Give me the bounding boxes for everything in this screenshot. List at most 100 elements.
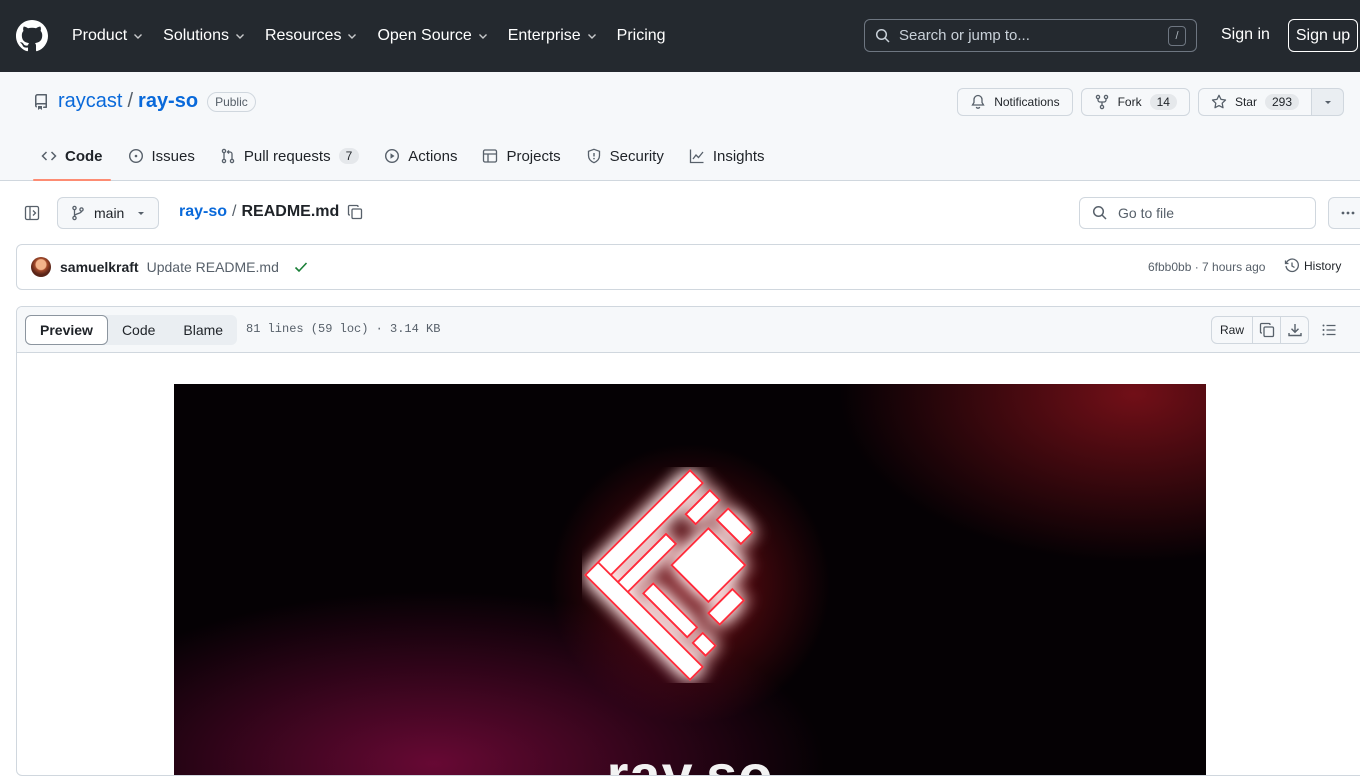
- fork-icon: [1095, 94, 1108, 110]
- breadcrumb: ray-so / README.md: [179, 203, 363, 221]
- kebab-horizontal-icon: [1341, 211, 1355, 215]
- graph-icon: [689, 149, 704, 164]
- tab-pull-requests-label: Pull requests: [243, 147, 331, 165]
- copy-icon: [1259, 322, 1274, 338]
- readme-hero-image: ray.so: [174, 384, 1206, 775]
- nav-pricing[interactable]: Pricing: [617, 27, 666, 45]
- branch-name: main: [94, 205, 125, 221]
- download-icon: [1287, 324, 1302, 337]
- search-placeholder: Search or jump to...: [899, 27, 1030, 44]
- fork-label: Fork: [1117, 95, 1142, 109]
- file-tree-toggle[interactable]: [16, 197, 48, 229]
- sign-in-link[interactable]: Sign in: [1221, 26, 1270, 44]
- tab-actions[interactable]: Actions: [376, 132, 465, 180]
- tab-code-label: Code: [65, 147, 103, 165]
- visibility-badge: Public: [207, 91, 256, 112]
- history-label: History: [1304, 259, 1342, 273]
- tab-security-label: Security: [609, 147, 664, 165]
- more-options-button[interactable]: [1328, 197, 1360, 229]
- repo-name-link[interactable]: ray-so: [138, 90, 198, 113]
- nav-pricing-label: Pricing: [616, 27, 666, 44]
- search-icon: [1092, 205, 1107, 220]
- nav-product[interactable]: Product: [72, 27, 144, 45]
- tab-projects[interactable]: Projects: [474, 132, 568, 180]
- sidebar-expand-icon: [24, 205, 40, 221]
- repo-tabs: Code Issues Pull requests 7 Actions Proj…: [33, 132, 782, 181]
- global-nav: Product Solutions Resources Open Source …: [72, 27, 685, 45]
- tab-issues[interactable]: Issues: [120, 132, 203, 180]
- avatar[interactable]: [31, 257, 51, 277]
- tab-code[interactable]: Code: [33, 132, 111, 181]
- code-icon: [41, 151, 57, 161]
- triangle-down-icon: [1324, 101, 1331, 104]
- copy-icon[interactable]: [347, 204, 363, 220]
- pull-requests-count: 7: [338, 148, 360, 164]
- sign-up-button[interactable]: Sign up: [1288, 19, 1358, 52]
- play-icon: [385, 148, 400, 164]
- tab-issues-label: Issues: [151, 147, 195, 165]
- search-icon: [875, 28, 890, 43]
- star-button[interactable]: Star 293: [1197, 88, 1312, 116]
- star-group: Star 293: [1197, 88, 1344, 116]
- download-button[interactable]: [1281, 316, 1310, 344]
- code-view-tab[interactable]: Code: [108, 315, 169, 345]
- breadcrumb-separator: /: [232, 203, 237, 220]
- commit-meta[interactable]: 6fbb0bb · 7 hours ago: [1148, 260, 1265, 274]
- repo-title-separator: /: [127, 90, 134, 112]
- preview-tab[interactable]: Preview: [25, 315, 108, 345]
- star-list-dropdown[interactable]: [1312, 88, 1344, 116]
- chevron-down-icon: [235, 34, 244, 39]
- star-icon: [1211, 94, 1227, 109]
- tab-security[interactable]: Security: [578, 132, 672, 180]
- tab-insights-label: Insights: [712, 147, 765, 165]
- nav-solutions[interactable]: Solutions: [163, 27, 246, 45]
- tab-actions-label: Actions: [408, 147, 458, 165]
- raw-actions: Raw: [1211, 316, 1310, 344]
- fork-button[interactable]: Fork 14: [1080, 88, 1190, 116]
- raycast-logo-icon: [583, 468, 754, 682]
- repo-owner-link[interactable]: raycast: [58, 90, 122, 113]
- nav-open-source-label: Open Source: [377, 27, 472, 44]
- repo-header: raycast / ray-so Public Notifications Fo…: [0, 72, 1360, 181]
- nav-product-label: Product: [72, 27, 128, 44]
- view-mode-toggle: Preview Code Blame: [25, 315, 238, 345]
- nav-resources[interactable]: Resources: [265, 27, 358, 45]
- nav-enterprise[interactable]: Enterprise: [508, 27, 598, 45]
- branch-selector[interactable]: main: [57, 197, 160, 229]
- breadcrumb-repo-link[interactable]: ray-so: [179, 203, 227, 221]
- tab-pull-requests[interactable]: Pull requests 7: [212, 132, 367, 180]
- chevron-down-icon: [348, 34, 357, 39]
- tab-insights[interactable]: Insights: [681, 132, 773, 180]
- global-search-input[interactable]: Search or jump to... /: [864, 19, 1197, 52]
- issue-icon: [128, 148, 143, 164]
- nav-solutions-label: Solutions: [163, 27, 229, 44]
- commit-author-link[interactable]: samuelkraft: [60, 259, 139, 275]
- repo-title: raycast / ray-so Public: [33, 90, 256, 113]
- commit-message-link[interactable]: Update README.md: [147, 259, 279, 275]
- notifications-button[interactable]: Notifications: [957, 88, 1073, 116]
- repo-actions: Notifications Fork 14 Star 293: [949, 88, 1344, 116]
- list-unordered-icon[interactable]: [1321, 322, 1337, 338]
- latest-commit-bar: samuelkraft Update README.md 6fbb0bb · 7…: [16, 244, 1360, 290]
- nav-enterprise-label: Enterprise: [507, 27, 581, 44]
- go-to-file-input[interactable]: Go to file: [1079, 197, 1316, 229]
- go-to-file-placeholder: Go to file: [1118, 205, 1175, 221]
- table-icon: [483, 149, 498, 163]
- chevron-down-icon: [587, 34, 596, 39]
- branch-icon: [72, 205, 84, 221]
- check-icon[interactable]: [293, 259, 309, 275]
- notifications-label: Notifications: [994, 95, 1060, 109]
- search-shortcut-key: /: [1168, 25, 1186, 46]
- file-viewer-header: Preview Code Blame 81 lines (59 loc) · 3…: [17, 307, 1360, 353]
- copy-raw-button[interactable]: [1253, 316, 1282, 344]
- history-link[interactable]: History: [1284, 258, 1341, 274]
- tab-projects-label: Projects: [506, 147, 561, 165]
- blame-tab[interactable]: Blame: [169, 315, 237, 345]
- nav-open-source[interactable]: Open Source: [377, 27, 488, 45]
- raw-button[interactable]: Raw: [1211, 316, 1254, 344]
- history-icon: [1284, 258, 1299, 273]
- file-navigation: main ray-so / README.md Go to file: [0, 181, 1360, 245]
- github-logo-icon[interactable]: [16, 20, 48, 52]
- fork-count: 14: [1149, 94, 1177, 110]
- repo-icon: [35, 93, 47, 110]
